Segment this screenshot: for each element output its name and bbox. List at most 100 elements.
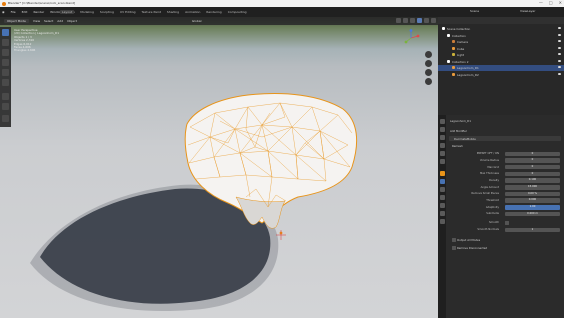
output-all-modes-checkbox[interactable] bbox=[452, 238, 456, 242]
tool-tab-icon[interactable] bbox=[439, 119, 445, 124]
menu-edit[interactable]: Edit bbox=[22, 10, 28, 14]
tab-modeling[interactable]: Modeling bbox=[80, 10, 94, 14]
add-modifier-dropdown[interactable]: Add Modifier bbox=[450, 129, 467, 133]
measure-tool-icon[interactable] bbox=[2, 103, 9, 110]
visibility-eye-icon[interactable] bbox=[558, 59, 561, 62]
viewport-menu-select[interactable]: Select bbox=[44, 19, 53, 23]
particles-tab-icon[interactable] bbox=[439, 187, 445, 192]
output-all-modes-label: Output All Modes bbox=[457, 237, 481, 242]
tab-animation[interactable]: Animation bbox=[185, 10, 200, 14]
visibility-eye-icon[interactable] bbox=[558, 27, 561, 29]
transform-orientation-dropdown[interactable]: Global bbox=[192, 19, 202, 23]
viewport-menu-view[interactable]: View bbox=[33, 19, 40, 23]
tab-uv-editing[interactable]: UV Editing bbox=[120, 10, 136, 14]
scene-tab-icon[interactable] bbox=[439, 151, 445, 156]
viewport-shading-buttons bbox=[396, 18, 436, 23]
add-cube-tool-icon[interactable] bbox=[2, 115, 9, 122]
property-value-field[interactable]: 0 bbox=[505, 158, 560, 163]
object-mode-dropdown[interactable]: Object Mode bbox=[4, 19, 29, 23]
modifier-name-field[interactable]: DecimateMobile bbox=[454, 137, 476, 141]
visibility-eye-icon[interactable] bbox=[558, 72, 561, 75]
material-tab-icon[interactable] bbox=[439, 219, 445, 224]
tab-compositing[interactable]: Compositing bbox=[228, 10, 247, 14]
rendered-shading-icon[interactable] bbox=[431, 18, 436, 23]
tab-rendering[interactable]: Rendering bbox=[206, 10, 221, 14]
solid-shading-icon[interactable] bbox=[417, 18, 422, 23]
tab-shading[interactable]: Shading bbox=[167, 10, 179, 14]
tab-texture-paint[interactable]: Texture Paint bbox=[142, 10, 161, 14]
tab-sculpting[interactable]: Sculpting bbox=[100, 10, 114, 14]
property-value-field[interactable]: 1.00 bbox=[505, 205, 560, 210]
property-value-field[interactable]: 0.000 m bbox=[505, 211, 560, 217]
outliner-row[interactable]: Collection bbox=[438, 33, 564, 39]
property-value-field[interactable]: 0.100 bbox=[505, 178, 560, 183]
menu-render[interactable]: Render bbox=[33, 10, 44, 14]
world-tab-icon[interactable] bbox=[439, 159, 445, 164]
3d-viewport[interactable]: Object Mode View Select Add Object Globa… bbox=[0, 17, 438, 318]
visibility-eye-icon[interactable] bbox=[558, 40, 561, 42]
smooth-normals-field[interactable]: 1 bbox=[505, 227, 560, 232]
move-tool-icon[interactable] bbox=[2, 49, 9, 56]
menu-file[interactable]: File bbox=[11, 10, 16, 14]
output-tab-icon[interactable] bbox=[439, 135, 445, 140]
close-button[interactable]: ✕ bbox=[559, 0, 562, 5]
outliner-row[interactable]: Collection 2 bbox=[438, 59, 564, 65]
property-label: PRESET OFF / ON bbox=[476, 152, 499, 156]
select-box-tool-icon[interactable] bbox=[2, 29, 9, 36]
property-value-field[interactable]: 0.000 bbox=[505, 198, 560, 203]
physics-tab-icon[interactable] bbox=[439, 195, 445, 200]
blender-menu-icon[interactable]: ◉ bbox=[2, 10, 5, 14]
overlay-icon[interactable] bbox=[396, 18, 401, 23]
transform-tool-icon[interactable] bbox=[2, 79, 9, 86]
property-value-field[interactable]: 0 bbox=[505, 164, 560, 170]
view-layer-tab-icon[interactable] bbox=[439, 143, 445, 148]
viewport-header: Object Mode View Select Add Object Globa… bbox=[0, 17, 438, 25]
navigation-gizmo[interactable] bbox=[402, 29, 420, 47]
modifier-tab-icon[interactable] bbox=[439, 179, 445, 184]
outliner-row[interactable]: Cube bbox=[438, 46, 564, 52]
output-all-modes-row: Output All Modes bbox=[452, 237, 552, 242]
annotate-tool-icon[interactable] bbox=[2, 93, 9, 100]
maximize-button[interactable]: □ bbox=[549, 0, 553, 5]
outliner-row[interactable]: Lagoonhom_D1 bbox=[438, 65, 564, 71]
visibility-eye-icon[interactable] bbox=[558, 46, 561, 49]
viewport-menu-object[interactable]: Object bbox=[67, 19, 77, 23]
viewport-menu-add[interactable]: Add bbox=[57, 19, 63, 23]
remove-disconnected-checkbox[interactable] bbox=[452, 246, 456, 250]
minimize-button[interactable]: — bbox=[539, 0, 543, 5]
modifier-property-row: Max Thickness 0 bbox=[448, 171, 562, 177]
tab-layout[interactable]: Layout bbox=[60, 10, 75, 14]
outliner-row[interactable]: Light bbox=[438, 52, 564, 58]
cursor-tool-icon[interactable] bbox=[2, 39, 9, 46]
data-tab-icon[interactable] bbox=[439, 211, 445, 216]
view-layer-selector[interactable]: ViewLayer bbox=[520, 9, 535, 13]
object-tab-icon[interactable] bbox=[439, 171, 445, 176]
visibility-eye-icon[interactable] bbox=[558, 53, 561, 55]
outliner-row[interactable]: Lagoonhom_D2 bbox=[438, 72, 564, 78]
scene-selector[interactable]: Scene bbox=[470, 9, 479, 13]
outliner-row[interactable]: Camera bbox=[438, 39, 564, 45]
render-tab-icon[interactable] bbox=[439, 127, 445, 132]
visibility-eye-icon[interactable] bbox=[558, 66, 561, 68]
outliner-header bbox=[438, 17, 564, 24]
outliner-row[interactable]: Scene Collection bbox=[438, 26, 564, 32]
pan-hand-icon[interactable] bbox=[425, 60, 432, 67]
rotate-tool-icon[interactable] bbox=[2, 59, 9, 66]
smooth-checkbox[interactable] bbox=[505, 221, 509, 225]
property-value-field[interactable]: 0.00 % bbox=[505, 191, 560, 197]
camera-view-icon[interactable] bbox=[425, 69, 432, 76]
property-value-field[interactable]: 0 bbox=[505, 151, 560, 156]
modifier-header[interactable]: DecimateMobile bbox=[449, 136, 561, 141]
visibility-eye-icon[interactable] bbox=[558, 33, 561, 36]
zoom-icon[interactable] bbox=[425, 51, 432, 58]
property-value-field[interactable]: 15.000 bbox=[505, 185, 560, 190]
material-shading-icon[interactable] bbox=[424, 18, 429, 23]
wireframe-shading-icon[interactable] bbox=[410, 18, 415, 23]
scale-tool-icon[interactable] bbox=[2, 69, 9, 76]
modifier-property-row: Volume Radius 0 bbox=[448, 158, 562, 164]
xray-icon[interactable] bbox=[403, 18, 408, 23]
ortho-grid-icon[interactable] bbox=[425, 78, 432, 85]
blender-logo-icon bbox=[2, 1, 6, 6]
constraints-tab-icon[interactable] bbox=[439, 203, 445, 208]
property-value-field[interactable]: 0 bbox=[505, 171, 560, 177]
